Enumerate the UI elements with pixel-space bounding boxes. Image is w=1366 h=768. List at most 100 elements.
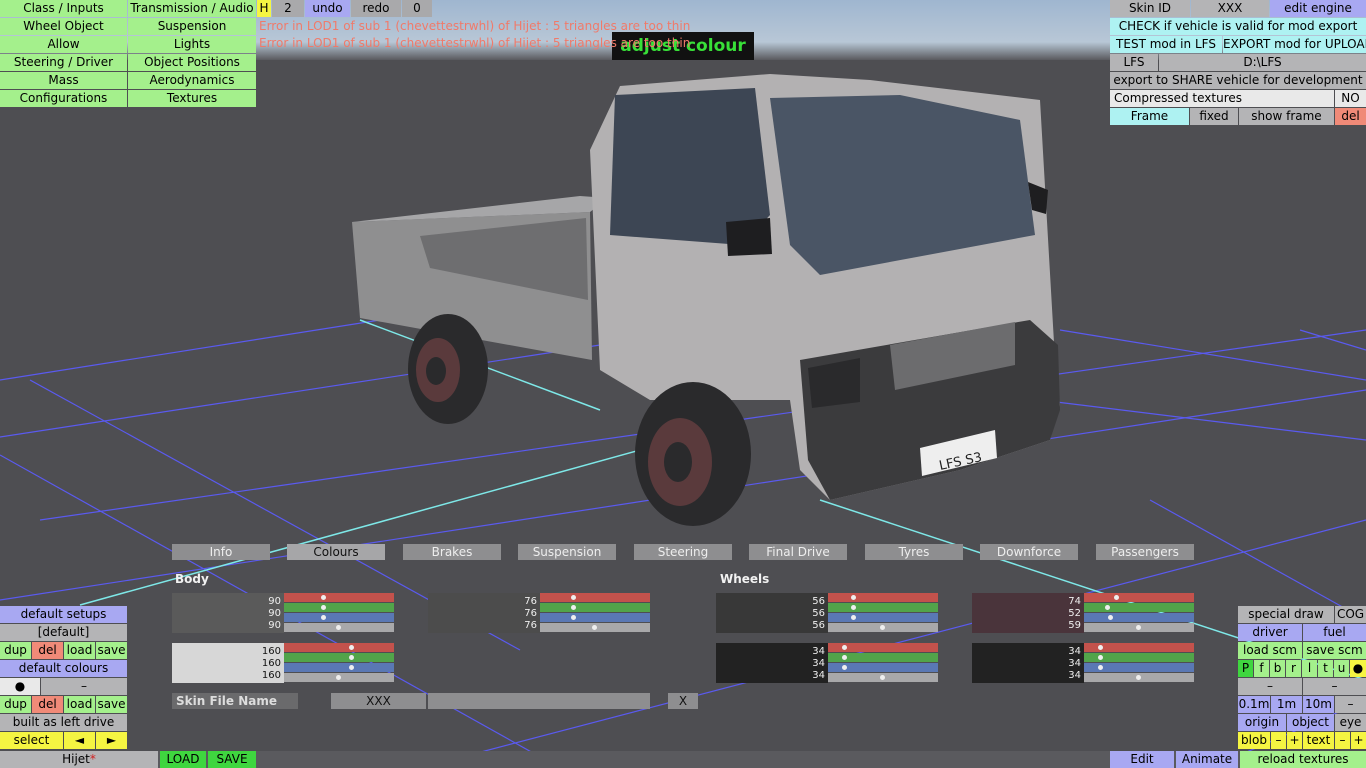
channel-slider[interactable]	[828, 663, 938, 672]
slider-handle[interactable]	[842, 665, 847, 670]
channel-slider[interactable]	[540, 603, 650, 612]
scale-1m-button[interactable]: 1m	[1271, 696, 1302, 713]
flag-r[interactable]: r	[1286, 660, 1301, 677]
channel-slider[interactable]	[828, 643, 938, 652]
select-button[interactable]: select	[0, 732, 63, 749]
text-plus-button[interactable]: +	[1351, 732, 1366, 749]
slider-handle[interactable]	[336, 675, 341, 680]
slider-handle[interactable]	[851, 615, 856, 620]
del-setup-button[interactable]: del	[32, 642, 63, 659]
slider-handle[interactable]	[571, 615, 576, 620]
channel-slider[interactable]	[284, 603, 394, 612]
special-draw-button[interactable]: special draw	[1238, 606, 1334, 623]
load-vehicle-button[interactable]: LOAD	[160, 751, 206, 768]
channel-slider[interactable]	[1084, 613, 1194, 622]
slider-handle[interactable]	[1136, 625, 1141, 630]
dup-colour-button[interactable]: dup	[0, 696, 31, 713]
channel-slider[interactable]	[1084, 643, 1194, 652]
colour-swatch[interactable]: 76 76 76	[428, 593, 540, 633]
skin-file-name-input[interactable]	[428, 693, 650, 709]
skin-clear-button[interactable]: X	[668, 693, 698, 709]
export-share-button[interactable]: export to SHARE vehicle for development	[1110, 72, 1366, 89]
colour-swatch[interactable]: 74 52 59	[972, 593, 1084, 633]
edit-mode-button[interactable]: Edit	[1110, 751, 1174, 768]
colour-minus-button[interactable]: –	[41, 678, 127, 695]
slider-handle[interactable]	[1105, 605, 1110, 610]
tab-steering[interactable]: Steering	[634, 544, 732, 560]
slider-handle[interactable]	[1098, 655, 1103, 660]
h-button[interactable]: H	[257, 0, 271, 17]
channel-slider[interactable]	[828, 593, 938, 602]
text-minus-button[interactable]: –	[1335, 732, 1350, 749]
test-mod-button[interactable]: TEST mod in LFS	[1110, 36, 1222, 53]
menu-mass[interactable]: Mass	[0, 72, 127, 89]
edit-engine-button[interactable]: edit engine	[1270, 0, 1366, 17]
channel-slider[interactable]	[828, 673, 938, 682]
scale-10m-button[interactable]: 10m	[1303, 696, 1334, 713]
minus-button-right[interactable]: –	[1303, 678, 1366, 695]
setup-selector[interactable]: [default]	[0, 624, 127, 641]
slider-handle[interactable]	[336, 625, 341, 630]
flag-t[interactable]: t	[1318, 660, 1333, 677]
redo-button[interactable]: redo	[351, 0, 401, 17]
slider-handle[interactable]	[571, 595, 576, 600]
channel-slider[interactable]	[828, 653, 938, 662]
tab-brakes[interactable]: Brakes	[403, 544, 501, 560]
slider-handle[interactable]	[349, 665, 354, 670]
flag-f[interactable]: f	[1254, 660, 1269, 677]
slider-handle[interactable]	[1114, 595, 1119, 600]
tab-info[interactable]: Info	[172, 544, 270, 560]
tab-tyres[interactable]: Tyres	[865, 544, 963, 560]
text-button[interactable]: text	[1303, 732, 1334, 749]
slider-handle[interactable]	[851, 595, 856, 600]
menu-allow[interactable]: Allow	[0, 36, 127, 53]
tab-suspension[interactable]: Suspension	[518, 544, 616, 560]
cog-button[interactable]: COG	[1335, 606, 1366, 623]
blob-minus-button[interactable]: –	[1271, 732, 1286, 749]
flag-l[interactable]: l	[1302, 660, 1317, 677]
load-setup-button[interactable]: load	[64, 642, 95, 659]
channel-slider[interactable]	[284, 623, 394, 632]
save-setup-button[interactable]: save	[96, 642, 127, 659]
blob-plus-button[interactable]: +	[1287, 732, 1302, 749]
slider-handle[interactable]	[1108, 615, 1113, 620]
slider-handle[interactable]	[1098, 665, 1103, 670]
channel-slider[interactable]	[1084, 603, 1194, 612]
show-frame-button[interactable]: show frame	[1239, 108, 1334, 125]
menu-textures[interactable]: Textures	[128, 90, 256, 107]
built-as-left-drive-toggle[interactable]: built as left drive	[0, 714, 127, 731]
eye-button[interactable]: eye	[1335, 714, 1366, 731]
load-scm-button[interactable]: load scm	[1238, 642, 1302, 659]
flag-p[interactable]: P	[1238, 660, 1253, 677]
delete-frame-button[interactable]: del	[1335, 108, 1366, 125]
menu-aerodynamics[interactable]: Aerodynamics	[128, 72, 256, 89]
channel-slider[interactable]	[284, 593, 394, 602]
colour-swatch[interactable]: 34 34 34	[972, 643, 1084, 683]
tab-final-drive[interactable]: Final Drive	[749, 544, 847, 560]
channel-slider[interactable]	[284, 673, 394, 682]
default-setups-button[interactable]: default setups	[0, 606, 127, 623]
channel-slider[interactable]	[284, 643, 394, 652]
flag-u[interactable]: u	[1334, 660, 1349, 677]
slider-handle[interactable]	[571, 605, 576, 610]
flag-b[interactable]: b	[1270, 660, 1285, 677]
del-colour-button[interactable]: del	[32, 696, 63, 713]
save-vehicle-button[interactable]: SAVE	[208, 751, 256, 768]
load-colour-button[interactable]: load	[64, 696, 95, 713]
dup-setup-button[interactable]: dup	[0, 642, 31, 659]
frame-button[interactable]: Frame	[1110, 108, 1189, 125]
blob-button[interactable]: blob	[1238, 732, 1270, 749]
slider-handle[interactable]	[349, 655, 354, 660]
slider-handle[interactable]	[321, 615, 326, 620]
fuel-button[interactable]: fuel	[1303, 624, 1366, 641]
fixed-button[interactable]: fixed	[1190, 108, 1238, 125]
channel-slider[interactable]	[284, 653, 394, 662]
colour-swatch[interactable]: 34 34 34	[716, 643, 828, 683]
slider-handle[interactable]	[592, 625, 597, 630]
menu-lights[interactable]: Lights	[128, 36, 256, 53]
animate-mode-button[interactable]: Animate	[1176, 751, 1238, 768]
next-arrow-icon[interactable]: ►	[96, 732, 127, 749]
scale-01m-button[interactable]: 0.1m	[1238, 696, 1270, 713]
compressed-textures-toggle[interactable]: NO	[1335, 90, 1366, 107]
undo-button[interactable]: undo	[305, 0, 350, 17]
